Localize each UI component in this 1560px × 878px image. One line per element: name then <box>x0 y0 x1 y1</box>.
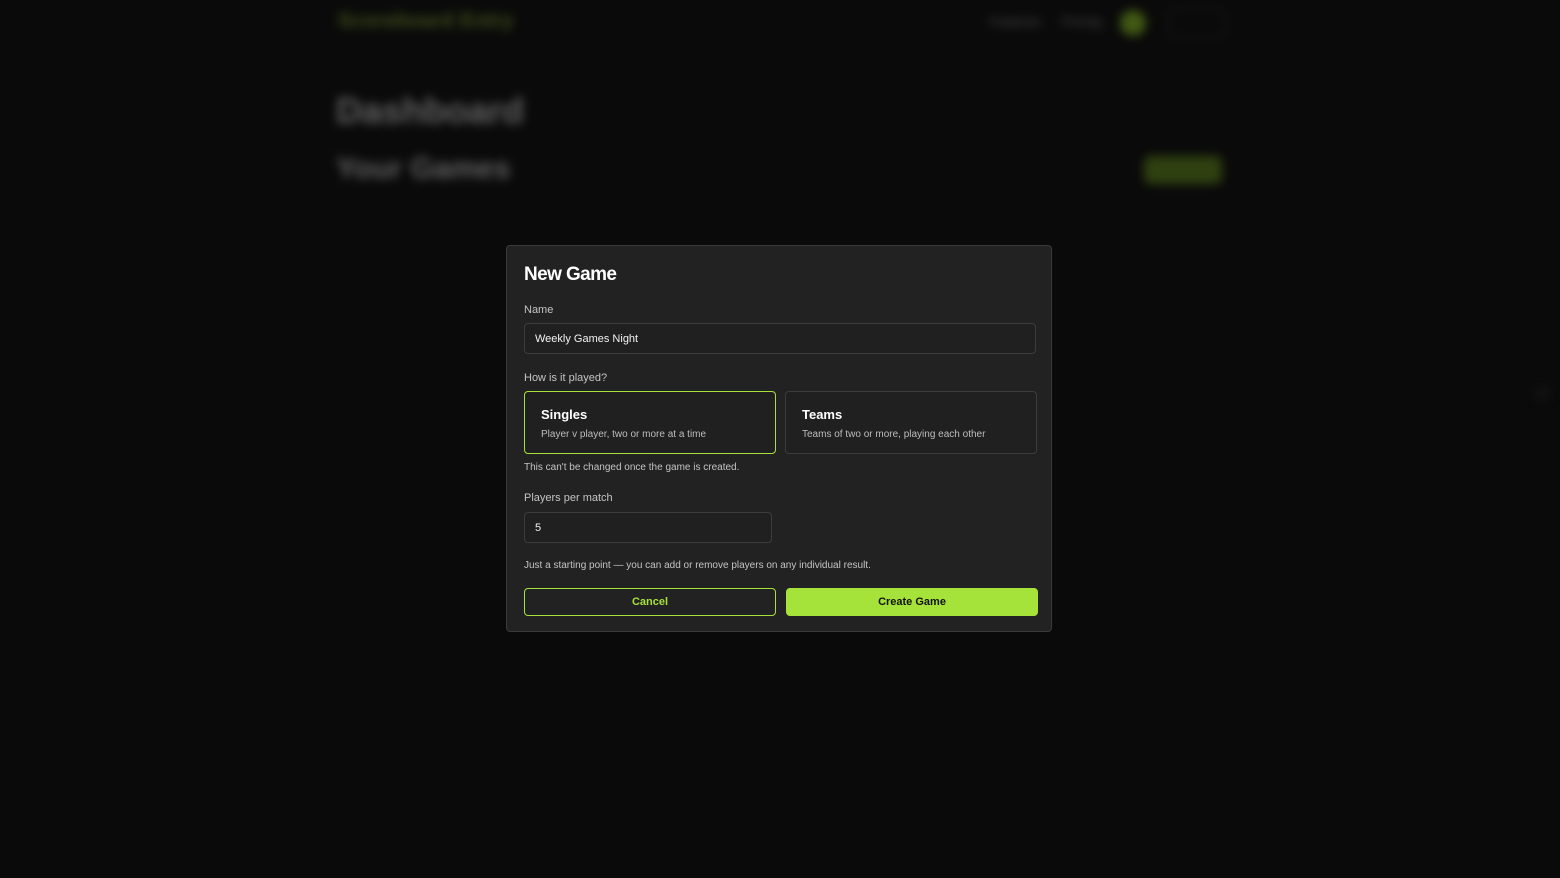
cancel-button[interactable]: Cancel <box>524 588 776 616</box>
section-title: Your Games <box>336 152 511 185</box>
nav-item-pricing: Pricing <box>1062 14 1102 29</box>
new-game-button <box>1144 156 1222 184</box>
avatar <box>1120 10 1146 36</box>
create-game-button[interactable]: Create Game <box>786 588 1038 616</box>
account-button <box>1168 8 1226 38</box>
name-input[interactable] <box>524 323 1036 354</box>
play-style-label: How is it played? <box>524 372 608 384</box>
option-singles-title: Singles <box>541 407 588 422</box>
name-label: Name <box>524 304 554 316</box>
app-logo: Scoreboard Entry <box>338 10 514 32</box>
modal-title: New Game <box>524 264 617 285</box>
side-handle <box>1536 386 1550 400</box>
option-teams-title: Teams <box>802 407 843 422</box>
option-singles[interactable]: Singles Player v player, two or more at … <box>524 391 776 454</box>
page-title: Dashboard <box>336 90 525 131</box>
new-game-modal: New Game Name How is it played? Singles … <box>506 245 1052 632</box>
option-teams[interactable]: Teams Teams of two or more, playing each… <box>785 391 1037 454</box>
players-label: Players per match <box>524 492 613 504</box>
play-style-hint: This can't be changed once the game is c… <box>524 462 740 473</box>
option-singles-description: Player v player, two or more at a time <box>541 429 707 440</box>
players-hint: Just a starting point — you can add or r… <box>524 560 871 571</box>
option-teams-description: Teams of two or more, playing each other <box>802 429 986 440</box>
players-input[interactable] <box>524 512 772 543</box>
nav-item-features: Features <box>990 14 1042 29</box>
